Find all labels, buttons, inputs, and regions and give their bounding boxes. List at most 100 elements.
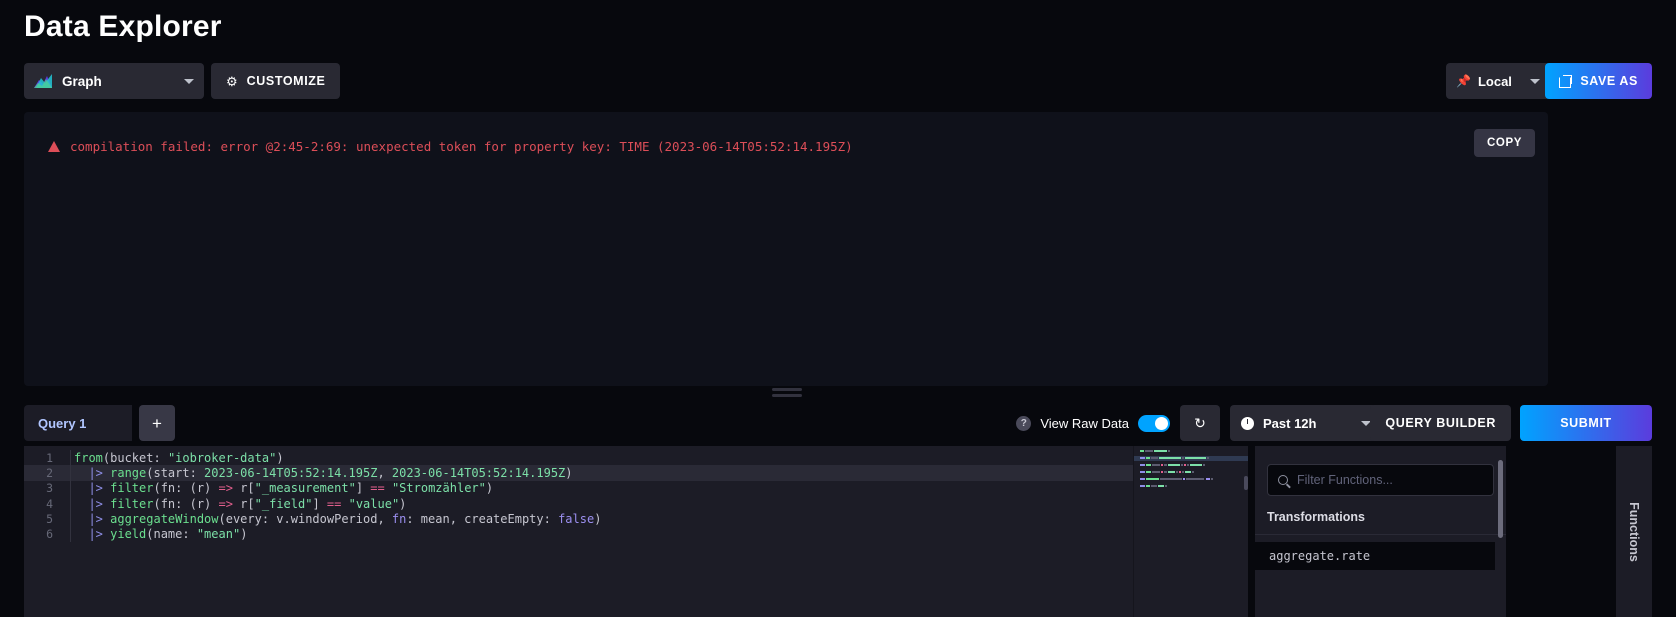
minimap-token [1178, 471, 1181, 473]
source-local-dropdown[interactable]: 📌 Local [1446, 63, 1550, 99]
minimap-token [1151, 457, 1159, 459]
minimap-token [1164, 471, 1167, 473]
code-text: |> filter(fn: (r) => r["_field"] == "val… [74, 496, 407, 511]
line-number: 5 [46, 511, 53, 526]
view-raw-data-toggle[interactable] [1138, 414, 1170, 432]
minimap-token [1184, 471, 1192, 473]
minimap-token [1167, 471, 1175, 473]
resize-bar [772, 394, 802, 397]
code-line[interactable]: 5 |> aggregateWindow(every: v.windowPeri… [24, 511, 1133, 527]
page-title: Data Explorer [24, 10, 222, 43]
minimap-token [1185, 478, 1205, 480]
minimap-token [1145, 485, 1150, 487]
minimap-token [1140, 478, 1145, 480]
line-number: 4 [46, 496, 53, 511]
gear-icon: ⚙ [226, 73, 238, 89]
minimap-token [1175, 471, 1178, 473]
minimap-token [1140, 464, 1145, 466]
code-text: |> yield(name: "mean") [74, 527, 248, 542]
code-text: from(bucket: "iobroker-data") [74, 450, 284, 465]
minimap-token [1145, 471, 1151, 473]
minimap-token [1151, 464, 1160, 466]
minimap-token [1159, 457, 1181, 459]
chevron-down-icon [1530, 78, 1540, 84]
function-list-item[interactable]: aggregate.rate [1255, 542, 1495, 570]
submit-button[interactable]: SUBMIT [1520, 405, 1652, 441]
query-tab-1[interactable]: Query 1 [24, 405, 132, 441]
code-line[interactable]: 3 |> filter(fn: (r) => r["_measurement"]… [24, 480, 1133, 496]
minimap-token [1153, 450, 1168, 452]
minimap-token [1145, 478, 1159, 480]
view-raw-data-group: ? View Raw Data [1016, 405, 1170, 441]
minimap-token [1181, 457, 1184, 459]
minimap-token [1140, 450, 1144, 452]
submit-button-label: SUBMIT [1560, 416, 1612, 430]
data-explorer-page: Data Explorer Graph ⚙ CUSTOMIZE 📌 Local [0, 0, 1676, 617]
editor-minimap[interactable] [1133, 446, 1248, 617]
flux-editor[interactable]: 1 from(bucket: "iobroker-data") 2 |> range… [24, 446, 1248, 617]
time-range-dropdown[interactable]: Past 12h [1230, 405, 1382, 441]
minimap-token [1168, 450, 1171, 452]
minimap-token [1140, 471, 1145, 473]
minimap-token [1145, 464, 1151, 466]
view-raw-data-label: View Raw Data [1040, 415, 1129, 431]
code-line[interactable]: 4 |> filter(fn: (r) => r["_field"] == "v… [24, 495, 1133, 512]
filter-functions-search[interactable]: Filter Functions... [1267, 464, 1494, 496]
code-line[interactable]: 6 |> yield(name: "mean") [24, 526, 1133, 542]
chevron-down-icon [184, 78, 194, 84]
function-list-item[interactable] [1255, 570, 1495, 598]
panel-resize-handle[interactable] [772, 388, 802, 398]
minimap-token [1161, 471, 1163, 473]
clock-icon [1241, 416, 1254, 430]
minimap-token [1140, 457, 1145, 459]
query-builder-button-label: QUERY BUILDER [1385, 416, 1496, 430]
refresh-button[interactable]: ↻ [1180, 405, 1220, 441]
add-query-button[interactable]: + [139, 405, 175, 441]
gutter-divider [70, 495, 71, 512]
minimap-token [1140, 485, 1145, 487]
minimap-token [1164, 464, 1167, 466]
functions-panel-tab[interactable]: Functions [1616, 446, 1652, 617]
search-icon [1278, 475, 1288, 485]
error-message: compilation failed: error @2:45-2:69: un… [48, 139, 1438, 155]
line-number: 2 [46, 465, 53, 480]
gutter-divider [70, 450, 71, 466]
line-number: 3 [46, 481, 53, 496]
minimap-token [1182, 478, 1185, 480]
gutter-divider [70, 526, 71, 542]
save-as-button[interactable]: SAVE AS [1545, 63, 1652, 99]
divider [1255, 534, 1506, 535]
copy-error-button-label: COPY [1487, 137, 1522, 149]
flux-code-lines[interactable]: 1 from(bucket: "iobroker-data") 2 |> range… [24, 450, 1133, 542]
refresh-icon: ↻ [1194, 414, 1206, 431]
code-text: |> range(start: 2023-06-14T05:52:14.195Z… [74, 465, 573, 480]
functions-section-title: Transformations [1267, 510, 1365, 524]
copy-error-button[interactable]: COPY [1474, 129, 1535, 157]
minimap-token [1181, 464, 1184, 466]
minimap-token [1145, 457, 1150, 459]
code-line[interactable]: 1 from(bucket: "iobroker-data") [24, 450, 1133, 466]
minimap-token [1161, 464, 1163, 466]
functions-list-scrollbar[interactable] [1498, 460, 1503, 538]
minimap-token [1167, 464, 1181, 466]
functions-panel: Filter Functions... Transformations aggr… [1255, 446, 1506, 617]
visualization-type-label: Graph [62, 73, 102, 89]
minimap-token [1184, 457, 1207, 459]
query-builder-button[interactable]: QUERY BUILDER [1370, 405, 1511, 441]
code-line[interactable]: 2 |> range(start: 2023-06-14T05:52:14.19… [24, 465, 1133, 481]
minimap-slider[interactable] [1244, 476, 1248, 490]
minimap-token [1203, 464, 1205, 466]
minimap-token [1151, 471, 1160, 473]
minimap-token [1187, 464, 1190, 466]
warning-triangle-icon [48, 141, 60, 152]
external-link-icon [1559, 74, 1573, 88]
minimap-token [1164, 485, 1167, 487]
question-mark-icon[interactable]: ? [1016, 415, 1032, 431]
visualization-type-dropdown[interactable]: Graph [24, 63, 204, 99]
line-number: 1 [46, 450, 53, 465]
graph-icon [34, 74, 52, 88]
code-text: |> filter(fn: (r) => r["_measurement"] =… [74, 481, 494, 496]
customize-button[interactable]: ⚙ CUSTOMIZE [211, 63, 341, 99]
minimap-token [1205, 478, 1210, 480]
gutter-divider [70, 465, 71, 481]
